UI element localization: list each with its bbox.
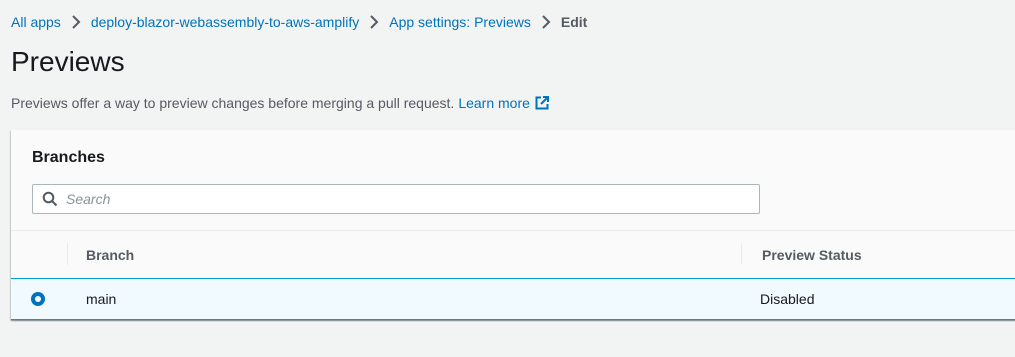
column-divider: [741, 243, 742, 265]
chevron-right-icon: [363, 12, 385, 32]
table-header: Branch Preview Status: [11, 231, 1015, 279]
chevron-right-icon: [65, 12, 87, 32]
description-text: Previews offer a way to preview changes …: [11, 95, 455, 111]
column-header-branch[interactable]: Branch: [86, 245, 134, 265]
column-header-preview-status[interactable]: Preview Status: [762, 245, 862, 265]
search-icon: [42, 191, 58, 207]
page-description: Previews offer a way to preview changes …: [11, 93, 549, 113]
breadcrumb-current: Edit: [560, 14, 588, 30]
branch-name: main: [86, 291, 117, 307]
breadcrumb-app-settings-previews[interactable]: App settings: Previews: [389, 12, 531, 32]
branches-header: Branches: [11, 130, 1015, 231]
learn-more-link[interactable]: Learn more: [458, 93, 549, 113]
breadcrumb-app[interactable]: deploy-blazor-webassembly-to-aws-amplify: [91, 12, 359, 32]
radio-dot: [35, 296, 41, 302]
branches-container: Branches Branch Preview Status mai: [11, 130, 1015, 320]
breadcrumb: All apps deploy-blazor-webassembly-to-aw…: [11, 12, 587, 32]
table-row[interactable]: main Disabled: [11, 278, 1015, 320]
breadcrumb-all-apps[interactable]: All apps: [11, 12, 61, 32]
external-link-icon: [535, 96, 549, 110]
page: All apps deploy-blazor-webassembly-to-aw…: [0, 0, 1015, 357]
search-input[interactable]: [66, 186, 746, 212]
chevron-right-icon: [535, 12, 557, 32]
search-box[interactable]: [32, 184, 760, 214]
learn-more-label: Learn more: [458, 95, 530, 111]
preview-status: Disabled: [760, 291, 815, 307]
page-title: Previews: [11, 46, 125, 77]
branches-title: Branches: [32, 149, 105, 166]
column-divider: [67, 243, 68, 265]
row-radio-selected[interactable]: [31, 292, 45, 306]
